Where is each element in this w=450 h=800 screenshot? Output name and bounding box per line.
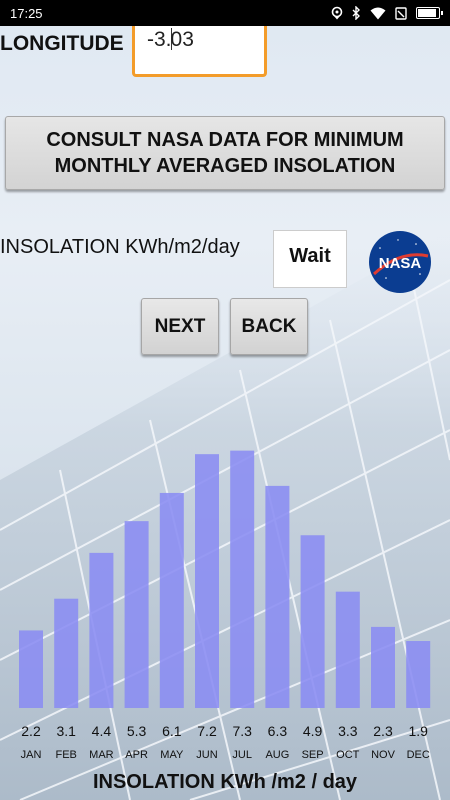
value-label-oct: 3.3 (338, 723, 358, 739)
status-time: 17:25 (10, 5, 43, 21)
value-label-may: 6.1 (162, 723, 182, 739)
location-icon (331, 6, 343, 20)
value-label-aug: 6.3 (268, 723, 288, 739)
category-label-feb: FEB (55, 749, 76, 761)
back-button[interactable]: BACK (230, 298, 308, 355)
status-bar: 17:25 (0, 0, 450, 26)
longitude-value-part2: 03 (170, 28, 194, 51)
bar-nov (371, 626, 395, 708)
wifi-icon (370, 7, 386, 19)
battery-icon (416, 7, 443, 19)
back-button-label: BACK (241, 316, 297, 337)
status-icons (331, 6, 443, 20)
bluetooth-icon (352, 6, 360, 20)
next-button[interactable]: NEXT (141, 298, 219, 355)
category-label-mar: MAR (89, 749, 114, 761)
consult-nasa-button-label: CONSULT NASA DATA FOR MINIMUM MONTHLY AV… (46, 129, 404, 177)
nasa-logo-icon: NASA (369, 231, 431, 293)
category-label-aug: AUG (265, 749, 289, 761)
category-label-oct: OCT (336, 749, 360, 761)
insolation-label: INSOLATION KWh/m2/day (0, 236, 240, 258)
value-label-jan: 2.2 (21, 723, 41, 739)
bar-jul (230, 450, 255, 708)
value-label-jun: 7.2 (197, 723, 217, 739)
bar-dec (406, 641, 431, 708)
value-label-jul: 7.3 (232, 723, 252, 739)
sim-no-signal-icon (395, 6, 407, 20)
category-label-nov: NOV (371, 749, 396, 761)
value-label-mar: 4.4 (92, 723, 112, 739)
bar-aug (265, 485, 290, 708)
consult-nasa-button[interactable]: CONSULT NASA DATA FOR MINIMUM MONTHLY AV… (5, 116, 445, 190)
category-label-apr: APR (125, 749, 148, 761)
nasa-logo-text: NASA (379, 255, 422, 272)
chart-title: INSOLATION KWh /m2 / day (92, 771, 358, 793)
bar-feb (54, 598, 79, 708)
longitude-input[interactable]: -3.03 (132, 22, 267, 77)
category-label-sep: SEP (302, 749, 324, 761)
category-label-dec: DEC (407, 749, 430, 761)
longitude-value-part1: -3. (147, 28, 172, 51)
category-label-jun: JUN (196, 749, 217, 761)
bar-sep (300, 535, 325, 708)
value-label-sep: 4.9 (303, 723, 323, 739)
value-label-feb: 3.1 (56, 723, 76, 739)
category-label-jan: JAN (21, 749, 42, 761)
bar-may (159, 492, 184, 708)
bar-apr (124, 521, 149, 708)
bar-oct (335, 591, 360, 708)
category-label-may: MAY (160, 749, 184, 761)
longitude-label: LONGITUDE (0, 32, 124, 55)
insolation-chart-svg: 2.2 JAN 3.1 FEB 4.4 MAR 5.3 APR 6.1 MAY 7.2 JUN 7.3 J… (19, 450, 431, 761)
category-label-jul: JUL (232, 749, 252, 761)
bar-jun (195, 454, 219, 708)
insolation-value: Wait (273, 230, 347, 288)
bar-jan (19, 630, 43, 708)
value-label-dec: 1.9 (408, 723, 428, 739)
next-button-label: NEXT (154, 316, 206, 337)
value-label-nov: 2.3 (373, 723, 393, 739)
insolation-chart: 2.2 JAN 3.1 FEB 4.4 MAR 5.3 APR 6.1 MAY 7.2 JUN 7.3 J… (0, 406, 450, 800)
bar-mar (89, 552, 114, 708)
value-label-apr: 5.3 (127, 723, 147, 739)
